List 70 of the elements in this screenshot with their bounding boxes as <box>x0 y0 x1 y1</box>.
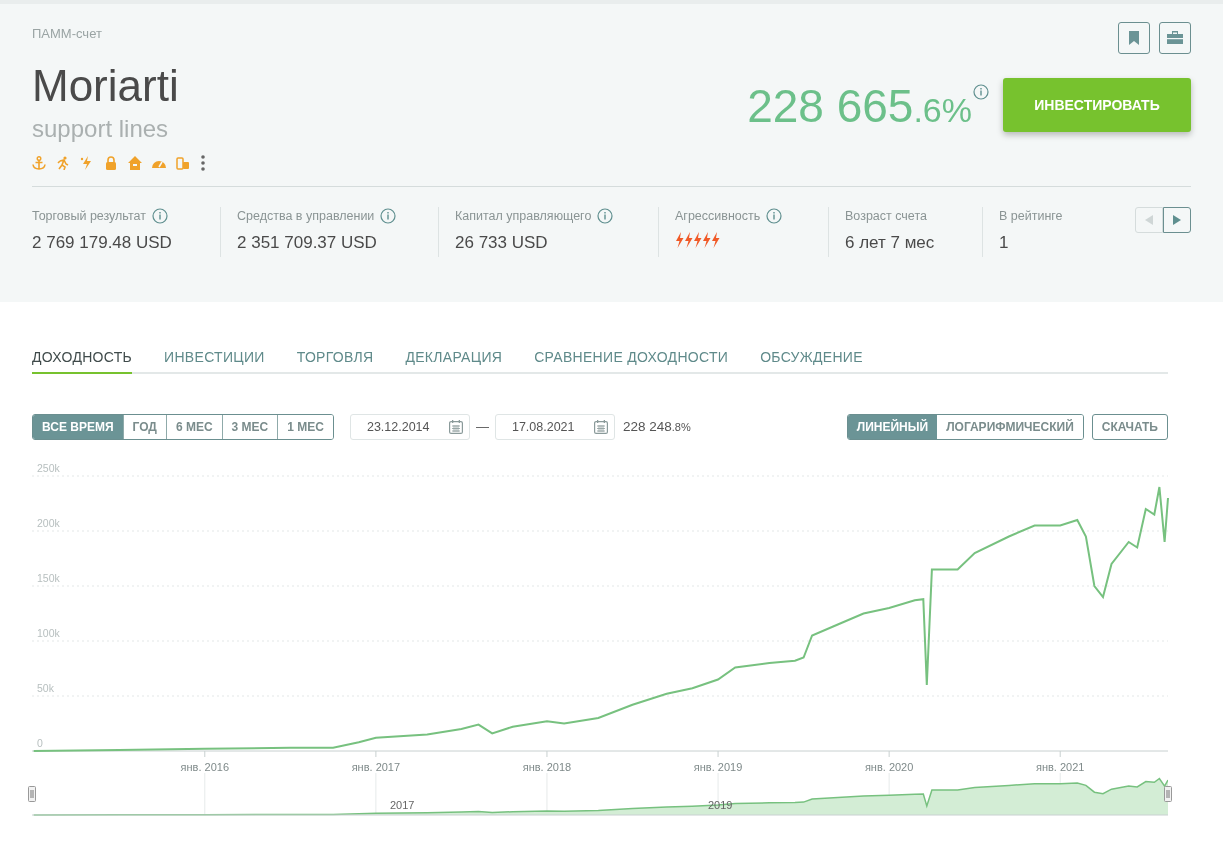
x-axis-label: янв. 2020 <box>864 761 914 773</box>
briefcase-icon <box>1167 31 1183 45</box>
date-field[interactable]: 23.12.2014 <box>349 414 470 440</box>
period-return: 228 248.8% <box>622 417 691 436</box>
period-button[interactable]: ВСЕ ВРЕМЯ <box>33 415 123 439</box>
y-axis-label: 150k <box>37 572 60 584</box>
lightning-icon <box>693 231 702 248</box>
y-axis-label: 100k <box>37 627 60 639</box>
anchor-icon <box>32 156 46 170</box>
house-icon <box>128 156 142 170</box>
x-axis-label: янв. 2019 <box>693 761 743 773</box>
download-button[interactable]: СКАЧАТЬ <box>1091 414 1168 440</box>
lock-icon <box>104 156 118 170</box>
info-icon[interactable] <box>597 208 614 225</box>
tab[interactable]: ДОХОДНОСТЬ <box>32 342 133 374</box>
date-field[interactable]: 17.08.2021 <box>494 414 615 440</box>
x-axis-label: янв. 2021 <box>1036 761 1085 773</box>
stat-label: Торговый результат <box>32 208 146 225</box>
next-button[interactable] <box>1163 207 1191 233</box>
stat-value: 2 769 179.48 USD <box>32 231 173 254</box>
period-button[interactable]: 1 МЕС <box>277 415 333 439</box>
account-subtitle: support lines <box>32 114 170 144</box>
lightning-icon <box>675 231 684 248</box>
tab[interactable]: СРАВНЕНИЕ ДОХОДНОСТИ <box>534 342 729 374</box>
range-handle[interactable] <box>1164 786 1172 802</box>
calendar-icon[interactable] <box>593 420 608 434</box>
stat-label: Капитал управляющего <box>455 208 592 225</box>
briefcase-button[interactable] <box>1159 22 1191 54</box>
x-axis-label: янв. 2016 <box>180 761 230 773</box>
right-arrow-icon <box>1173 215 1181 225</box>
bookmark-button[interactable] <box>1118 22 1150 54</box>
stat-label: Агрессивность <box>675 208 761 225</box>
navigator-year-label: 2017 <box>390 798 415 813</box>
tab[interactable]: ДЕКЛАРАЦИЯ <box>405 342 503 374</box>
y-axis-label: 250k <box>37 462 60 474</box>
stat-value: 26 733 USD <box>455 231 549 254</box>
lightning-icon <box>684 231 693 248</box>
range-handle[interactable] <box>28 786 36 802</box>
stat-label: Возраст счета <box>845 208 927 225</box>
bookmark-icon <box>1129 31 1139 45</box>
runner-icon <box>56 156 70 170</box>
lightning-icon <box>702 231 711 248</box>
date-value: 23.12.2014 <box>366 418 430 436</box>
stat-value: 1 <box>999 231 1010 254</box>
tab[interactable]: ИНВЕСТИЦИИ <box>164 342 265 374</box>
stat-label: Средства в управлении <box>237 208 375 225</box>
account-title: Moriarti <box>32 60 180 112</box>
info-icon[interactable] <box>380 208 397 225</box>
invest-button[interactable]: ИНВЕСТИРОВАТЬ <box>1003 78 1191 132</box>
x-axis-label: янв. 2018 <box>522 761 572 773</box>
info-icon[interactable] <box>151 208 168 225</box>
info-icon[interactable] <box>766 208 783 225</box>
tab[interactable]: ОБСУЖДЕНИЕ <box>760 342 863 374</box>
lightning-icon <box>711 231 720 248</box>
calendar-icon[interactable] <box>448 420 463 434</box>
y-axis-label: 0 <box>37 737 43 749</box>
left-arrow-icon <box>1145 215 1153 225</box>
x-axis-label: янв. 2017 <box>351 761 401 773</box>
stat-value: 2 351 709.37 USD <box>237 231 378 254</box>
scale-button[interactable]: ЛИНЕЙНЫЙ <box>847 415 938 439</box>
tab[interactable]: ТОРГОВЛЯ <box>296 342 374 374</box>
more-icon[interactable] <box>200 154 206 172</box>
total-return: 228 665.6% <box>747 79 972 134</box>
info-icon[interactable] <box>973 84 989 100</box>
y-axis-label: 50k <box>37 682 54 694</box>
y-axis-label: 200k <box>37 517 60 529</box>
stat-value: 6 лет 7 мес <box>845 231 936 254</box>
account-type: ПАММ-счет <box>32 25 102 43</box>
date-separator: — <box>475 418 489 437</box>
stat-label: В рейтинге <box>999 208 1063 225</box>
